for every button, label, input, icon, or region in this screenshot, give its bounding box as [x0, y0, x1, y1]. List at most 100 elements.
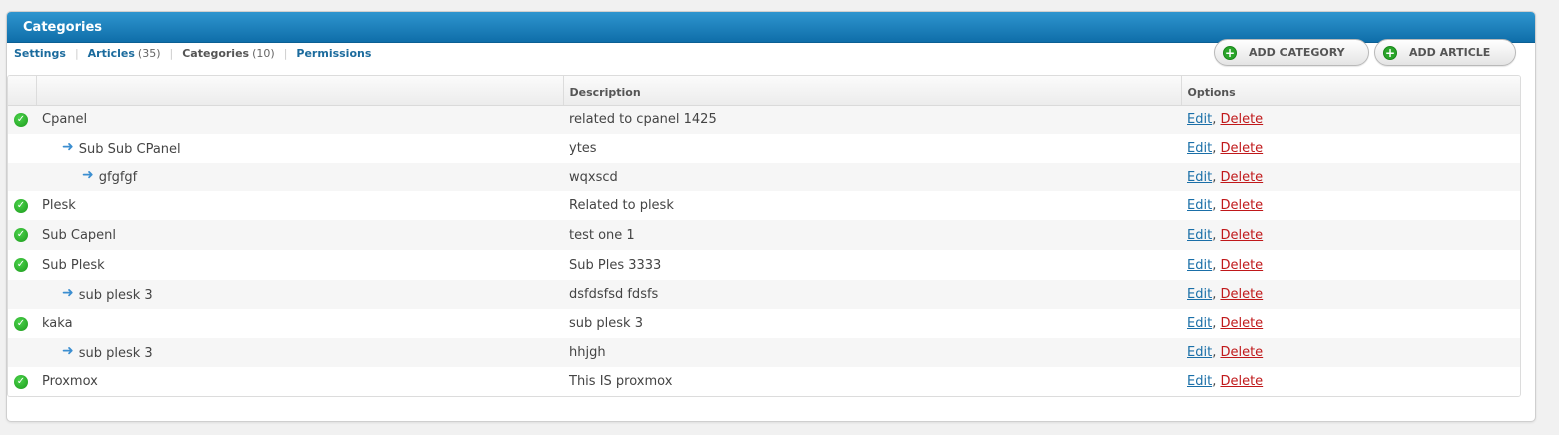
- category-name: Sub Sub CPanel: [78, 141, 181, 157]
- status-cell: ✓: [8, 220, 36, 250]
- options-cell: Edit, Delete: [1181, 338, 1520, 367]
- table-row: ➜ gfgfgf wqxscd Edit, Delete: [8, 163, 1520, 191]
- category-description: Sub Ples 3333: [569, 257, 662, 273]
- category-name-cell: ➜ sub plesk 3: [36, 280, 563, 309]
- options-cell: Edit, Delete: [1181, 191, 1520, 220]
- category-description: hhjgh: [569, 345, 606, 360]
- sub-arrow-icon: ➜: [82, 167, 94, 183]
- edit-link[interactable]: Edit: [1187, 345, 1212, 360]
- add-article-button[interactable]: + ADD ARTICLE: [1374, 39, 1516, 66]
- category-description: This IS proxmox: [569, 374, 673, 389]
- category-name-cell: Proxmox: [36, 367, 563, 396]
- nav-permissions-link[interactable]: Permissions: [296, 47, 371, 60]
- delete-link[interactable]: Delete: [1220, 228, 1263, 243]
- sub-arrow-icon: ➜: [62, 284, 74, 301]
- options-cell: Edit, Delete: [1181, 367, 1520, 396]
- nav-settings-link[interactable]: Settings: [14, 47, 66, 60]
- delete-link[interactable]: Delete: [1220, 198, 1263, 213]
- edit-link[interactable]: Edit: [1187, 258, 1212, 273]
- table-row: ✓ Sub Capenl test one 1 Edit, Delete: [8, 220, 1520, 250]
- edit-link[interactable]: Edit: [1187, 287, 1212, 302]
- header-name: [36, 76, 564, 106]
- header-status: [8, 76, 37, 106]
- nav-categories-current: Categories: [182, 47, 250, 60]
- edit-link[interactable]: Edit: [1187, 228, 1212, 243]
- articles-count: (35): [137, 47, 161, 60]
- nav-separator: |: [169, 47, 174, 60]
- edit-link[interactable]: Edit: [1187, 170, 1212, 185]
- table-row: ✓ Plesk Related to plesk Edit, Delete: [8, 191, 1520, 220]
- sub-arrow-icon: ➜: [62, 138, 74, 155]
- category-name-cell: Plesk: [36, 191, 563, 220]
- category-name-cell: kaka: [36, 309, 563, 338]
- check-circle-icon: ✓: [14, 258, 28, 272]
- sub-arrow-icon: ➜: [62, 342, 74, 359]
- edit-link[interactable]: Edit: [1187, 112, 1212, 127]
- edit-link[interactable]: Edit: [1187, 316, 1212, 331]
- edit-link[interactable]: Edit: [1187, 141, 1212, 156]
- category-name: Sub Capenl: [42, 227, 117, 243]
- category-name-cell: Sub Plesk: [36, 250, 563, 280]
- category-description: wqxscd: [569, 169, 618, 185]
- check-circle-icon: ✓: [14, 316, 28, 331]
- delete-link[interactable]: Delete: [1220, 316, 1263, 331]
- options-cell: Edit, Delete: [1181, 163, 1520, 191]
- check-circle-icon: ✓: [14, 112, 28, 127]
- table-row: ✓ kaka sub plesk 3 Edit, Delete: [8, 309, 1520, 338]
- category-name: gfgfgf: [98, 170, 138, 185]
- delete-link[interactable]: Delete: [1220, 287, 1263, 302]
- category-name: Sub Plesk: [42, 257, 105, 273]
- status-cell: [8, 134, 36, 163]
- nav-articles-link[interactable]: Articles: [88, 47, 135, 60]
- edit-link[interactable]: Edit: [1187, 198, 1212, 213]
- status-cell: ✓: [8, 105, 36, 134]
- category-description: sub plesk 3: [569, 316, 643, 331]
- delete-link[interactable]: Delete: [1220, 345, 1263, 360]
- delete-link[interactable]: Delete: [1220, 112, 1263, 127]
- edit-link[interactable]: Edit: [1187, 374, 1212, 389]
- table-row: ➜ sub plesk 3 dsfdsfsd fdsfs Edit, Delete: [8, 280, 1520, 309]
- plus-circle-icon: +: [1383, 45, 1397, 60]
- category-name: Cpanel: [42, 112, 88, 128]
- status-cell: ✓: [8, 309, 36, 338]
- category-name-cell: ➜ sub plesk 3: [36, 338, 563, 367]
- options-cell: Edit, Delete: [1181, 220, 1520, 250]
- status-cell: [8, 163, 36, 191]
- plus-circle-icon: +: [1223, 45, 1237, 60]
- category-name: Proxmox: [42, 374, 98, 389]
- category-description: related to cpanel 1425: [569, 112, 717, 128]
- options-cell: Edit, Delete: [1181, 250, 1520, 280]
- nav-separator: |: [283, 47, 288, 60]
- delete-link[interactable]: Delete: [1220, 141, 1263, 156]
- categories-table: Description Options ✓ Cpanel related to cp…: [7, 75, 1521, 397]
- options-cell: Edit, Delete: [1181, 280, 1520, 309]
- add-article-label: ADD ARTICLE: [1409, 46, 1491, 59]
- table-row: ➜ sub plesk 3 hhjgh Edit, Delete: [8, 338, 1520, 367]
- status-cell: ✓: [8, 191, 36, 220]
- delete-link[interactable]: Delete: [1220, 374, 1263, 389]
- categories-count: (10): [252, 47, 275, 60]
- category-description: ytes: [569, 141, 597, 156]
- category-description: test one 1: [569, 227, 635, 243]
- category-name: kaka: [42, 316, 73, 331]
- options-cell: Edit, Delete: [1181, 134, 1520, 163]
- header-options: Options: [1181, 76, 1520, 106]
- category-name: Plesk: [42, 198, 76, 213]
- table-row: ✓ Proxmox This IS proxmox Edit, Delete: [8, 367, 1520, 396]
- category-name-cell: ➜ gfgfgf: [36, 163, 563, 191]
- delete-link[interactable]: Delete: [1220, 170, 1263, 185]
- status-cell: [8, 338, 36, 367]
- delete-link[interactable]: Delete: [1220, 258, 1263, 273]
- status-cell: [8, 280, 36, 309]
- category-name-cell: ➜ Sub Sub CPanel: [36, 134, 563, 163]
- category-name-cell: Sub Capenl: [36, 220, 563, 250]
- category-name-cell: Cpanel: [36, 105, 563, 134]
- table-row: ➜ Sub Sub CPanel ytes Edit, Delete: [8, 134, 1520, 163]
- options-cell: Edit, Delete: [1181, 105, 1520, 134]
- add-category-button[interactable]: + ADD CATEGORY: [1214, 39, 1369, 66]
- status-cell: ✓: [8, 367, 36, 396]
- sub-navigation: Settings | Articles (35) | Categories (1…: [14, 47, 371, 60]
- table-row: ✓ Sub Plesk Sub Ples 3333 Edit, Delete: [8, 250, 1520, 280]
- nav-separator: |: [74, 47, 79, 60]
- category-description: Related to plesk: [569, 198, 674, 213]
